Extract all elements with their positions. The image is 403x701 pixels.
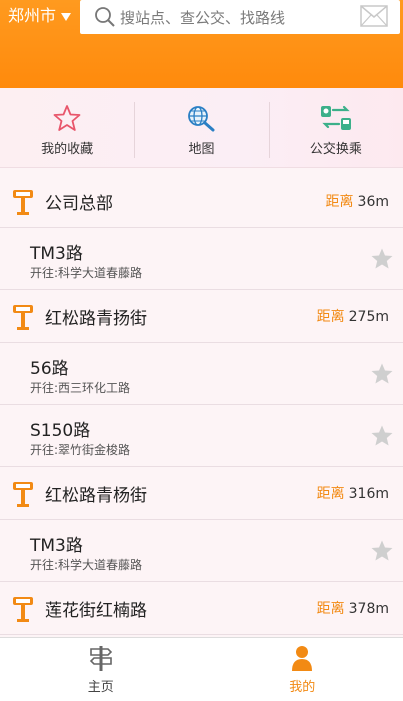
route-name: S150路 (30, 421, 91, 441)
bus-transfer-icon (320, 105, 351, 130)
stop-distance: 距离 36m (326, 191, 389, 211)
favorite-star-icon[interactable] (370, 424, 394, 448)
bus-stop-sign-icon (13, 482, 33, 507)
search-input[interactable]: 搜站点、查公交、找路线 (80, 0, 400, 34)
quick-nav-map[interactable]: 地图 (134, 88, 268, 167)
quick-nav-label: 地图 (188, 142, 215, 157)
tab-label: 我的 (289, 680, 316, 695)
bus-stop-sign-icon (13, 305, 33, 330)
route-name: TM3路 (30, 536, 83, 556)
stop-header[interactable]: 莲花街红楠路 距离 378m (0, 582, 403, 635)
search-icon (95, 7, 115, 27)
distance-value: 275m (348, 309, 389, 325)
tab-home[interactable]: 主页 (0, 638, 202, 701)
distance-label: 距离 (325, 194, 354, 210)
signpost-icon (89, 646, 112, 671)
tab-label: 主页 (87, 680, 114, 695)
route-direction: 开往:科学大道春藤路 (30, 558, 143, 572)
quick-nav: 我的收藏 地图 公交换乘 (0, 88, 403, 168)
distance-value: 316m (348, 486, 389, 502)
route-name: 56路 (30, 359, 69, 379)
stop-name: 公司总部 (45, 193, 113, 214)
route-direction: 开往:翠竹街金梭路 (30, 443, 131, 457)
route-row[interactable]: TM3路 开往:科学大道春藤路 (0, 520, 403, 582)
distance-value: 378m (348, 601, 389, 617)
bottom-tab-bar: 主页 我的 (0, 637, 403, 701)
distance-label: 距离 (316, 309, 345, 325)
user-icon (292, 646, 313, 671)
favorite-star-icon[interactable] (370, 539, 394, 563)
quick-nav-label: 公交换乘 (309, 142, 362, 157)
route-row[interactable]: 56路 开往:西三环化工路 (0, 343, 403, 405)
message-icon[interactable] (360, 5, 388, 27)
stop-distance: 距离 275m (317, 306, 389, 326)
stop-header[interactable]: 红松路青扬街 距离 275m (0, 290, 403, 343)
app-header: 郑州市 搜站点、查公交、找路线 (0, 0, 403, 88)
route-direction: 开往:西三环化工路 (30, 381, 131, 395)
city-label: 郑州市 (8, 6, 57, 25)
caret-down-icon (61, 12, 72, 21)
star-outline-icon (53, 105, 81, 131)
tab-mine[interactable]: 我的 (202, 638, 403, 701)
distance-value: 36m (357, 194, 389, 210)
globe-search-icon (188, 106, 215, 132)
stop-distance: 距离 378m (317, 598, 389, 618)
stop-distance: 距离 316m (317, 483, 389, 503)
search-placeholder: 搜站点、查公交、找路线 (120, 8, 286, 27)
route-direction: 开往:科学大道春藤路 (30, 266, 143, 280)
stop-header[interactable]: 红松路青杨街 距离 316m (0, 467, 403, 520)
favorite-star-icon[interactable] (370, 247, 394, 271)
stop-header[interactable]: 公司总部 距离 36m (0, 175, 403, 228)
quick-nav-favorites[interactable]: 我的收藏 (0, 88, 134, 167)
stop-name: 红松路青扬街 (45, 308, 147, 329)
distance-label: 距离 (316, 486, 345, 502)
stop-name: 红松路青杨街 (45, 485, 147, 506)
route-name: TM3路 (30, 244, 83, 264)
stop-name: 莲花街红楠路 (45, 600, 147, 621)
quick-nav-transfer[interactable]: 公交换乘 (268, 88, 403, 167)
quick-nav-label: 我的收藏 (41, 142, 94, 157)
city-selector[interactable]: 郑州市 (8, 5, 72, 27)
route-row[interactable]: TM3路 开往:科学大道春藤路 (0, 228, 403, 290)
bus-stop-sign-icon (13, 190, 33, 215)
route-row[interactable]: S150路 开往:翠竹街金梭路 (0, 405, 403, 467)
nearby-stop-list: 公司总部 距离 36m TM3路 开往:科学大道春藤路 红松路青扬街 距离 275m… (0, 175, 403, 637)
distance-label: 距离 (316, 601, 345, 617)
favorite-star-icon[interactable] (370, 362, 394, 386)
bus-stop-sign-icon (13, 597, 33, 622)
